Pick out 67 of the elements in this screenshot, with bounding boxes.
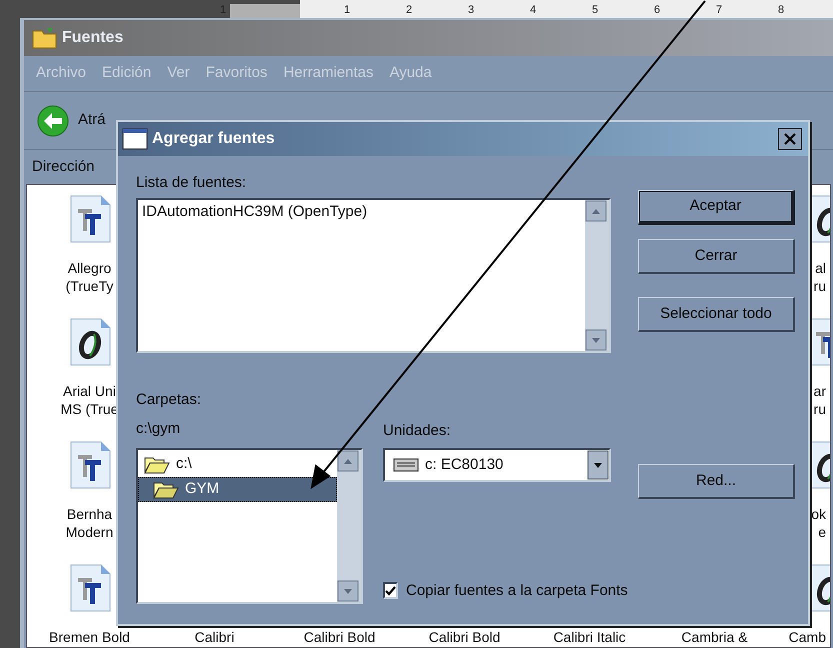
- open-folder-icon: [144, 456, 170, 474]
- folder-name: c:\: [176, 454, 192, 474]
- font-file-label: al: [815, 259, 826, 277]
- ruler-number: 7: [716, 4, 722, 16]
- dialog-button[interactable]: Red...: [638, 464, 795, 499]
- font-list-item[interactable]: IDAutomationHC39M (OpenType): [142, 201, 581, 224]
- folder-item[interactable]: c:\: [138, 452, 337, 477]
- ruler-number: 8: [778, 4, 784, 16]
- dialog-title: Agregar fuentes: [152, 129, 275, 149]
- font-file-label: Modern: [66, 523, 114, 541]
- checkmark-icon: [385, 586, 396, 596]
- font-file-label: ar: [814, 382, 826, 400]
- opentype-font-icon: [68, 318, 112, 366]
- address-label: Dirección: [32, 156, 95, 177]
- back-label[interactable]: Atrá: [78, 109, 106, 132]
- font-file-label: Calibri Bold: [428, 628, 500, 646]
- font-file-label: Camb: [788, 628, 826, 646]
- font-file-label: Bernha: [66, 505, 112, 523]
- checkbox-label: Copiar fuentes a la carpeta Fonts: [406, 580, 628, 600]
- font-file-label: ok: [811, 505, 826, 523]
- ruler-number: 4: [530, 4, 536, 16]
- folder-listbox[interactable]: c:\ GYM: [136, 448, 363, 604]
- font-listbox[interactable]: IDAutomationHC39M (OpenType): [136, 198, 611, 353]
- font-file-label: (TrueTy: [66, 277, 114, 295]
- dialog-button[interactable]: Aceptar: [638, 190, 795, 225]
- font-file-label: ru: [814, 277, 826, 295]
- font-file-label: Cambria &: [681, 628, 748, 646]
- ruler-number: 6: [654, 4, 660, 16]
- truetype-font-icon: [68, 564, 112, 612]
- scroll-down-icon[interactable]: [337, 580, 359, 602]
- drive-value: c: EC80130: [425, 454, 504, 475]
- checkbox[interactable]: [383, 582, 398, 600]
- ruler-number: 2: [406, 4, 412, 16]
- field-label: Carpetas:: [136, 390, 202, 410]
- field-label: Lista de fuentes:: [136, 173, 248, 193]
- ruler-number: 5: [592, 4, 598, 16]
- font-file-label: Allegro: [68, 259, 112, 277]
- font-file-label: Arial Uni: [63, 382, 116, 400]
- ruler-margin: [230, 4, 300, 18]
- folder-name: GYM: [185, 479, 220, 500]
- font-file-label: ru: [814, 400, 826, 418]
- field-label: Unidades:: [383, 420, 452, 440]
- truetype-font-icon: [68, 441, 112, 489]
- close-icon: [784, 133, 796, 145]
- font-file-label: Calibri Bold: [304, 628, 376, 646]
- window-title: Fuentes: [62, 28, 124, 48]
- scroll-down-icon[interactable]: [585, 329, 607, 351]
- scrollbar[interactable]: [585, 200, 609, 351]
- ruler-number: 1: [344, 4, 350, 16]
- folder-item[interactable]: GYM: [138, 477, 337, 502]
- font-file-label: Bremen Bold: [49, 628, 130, 646]
- ruler-number: 3: [468, 4, 474, 16]
- font-file-label: Calibri Italic: [553, 628, 626, 646]
- scroll-up-icon[interactable]: [337, 450, 359, 472]
- drive-dropdown[interactable]: c: EC80130: [383, 448, 611, 482]
- drive-icon: [393, 458, 419, 472]
- dialog-button[interactable]: Seleccionar todo: [638, 297, 795, 332]
- folder-icon: [32, 26, 58, 50]
- close-button[interactable]: [778, 128, 802, 150]
- font-file-label: e: [818, 523, 826, 541]
- truetype-font-icon: [68, 195, 112, 243]
- font-file-label: Calibri: [194, 628, 234, 646]
- scrollbar[interactable]: [337, 450, 361, 602]
- open-folder-icon: [153, 480, 179, 498]
- window-icon: [122, 128, 148, 150]
- current-path: c:\gym: [136, 418, 182, 438]
- dialog-button[interactable]: Cerrar: [638, 239, 795, 274]
